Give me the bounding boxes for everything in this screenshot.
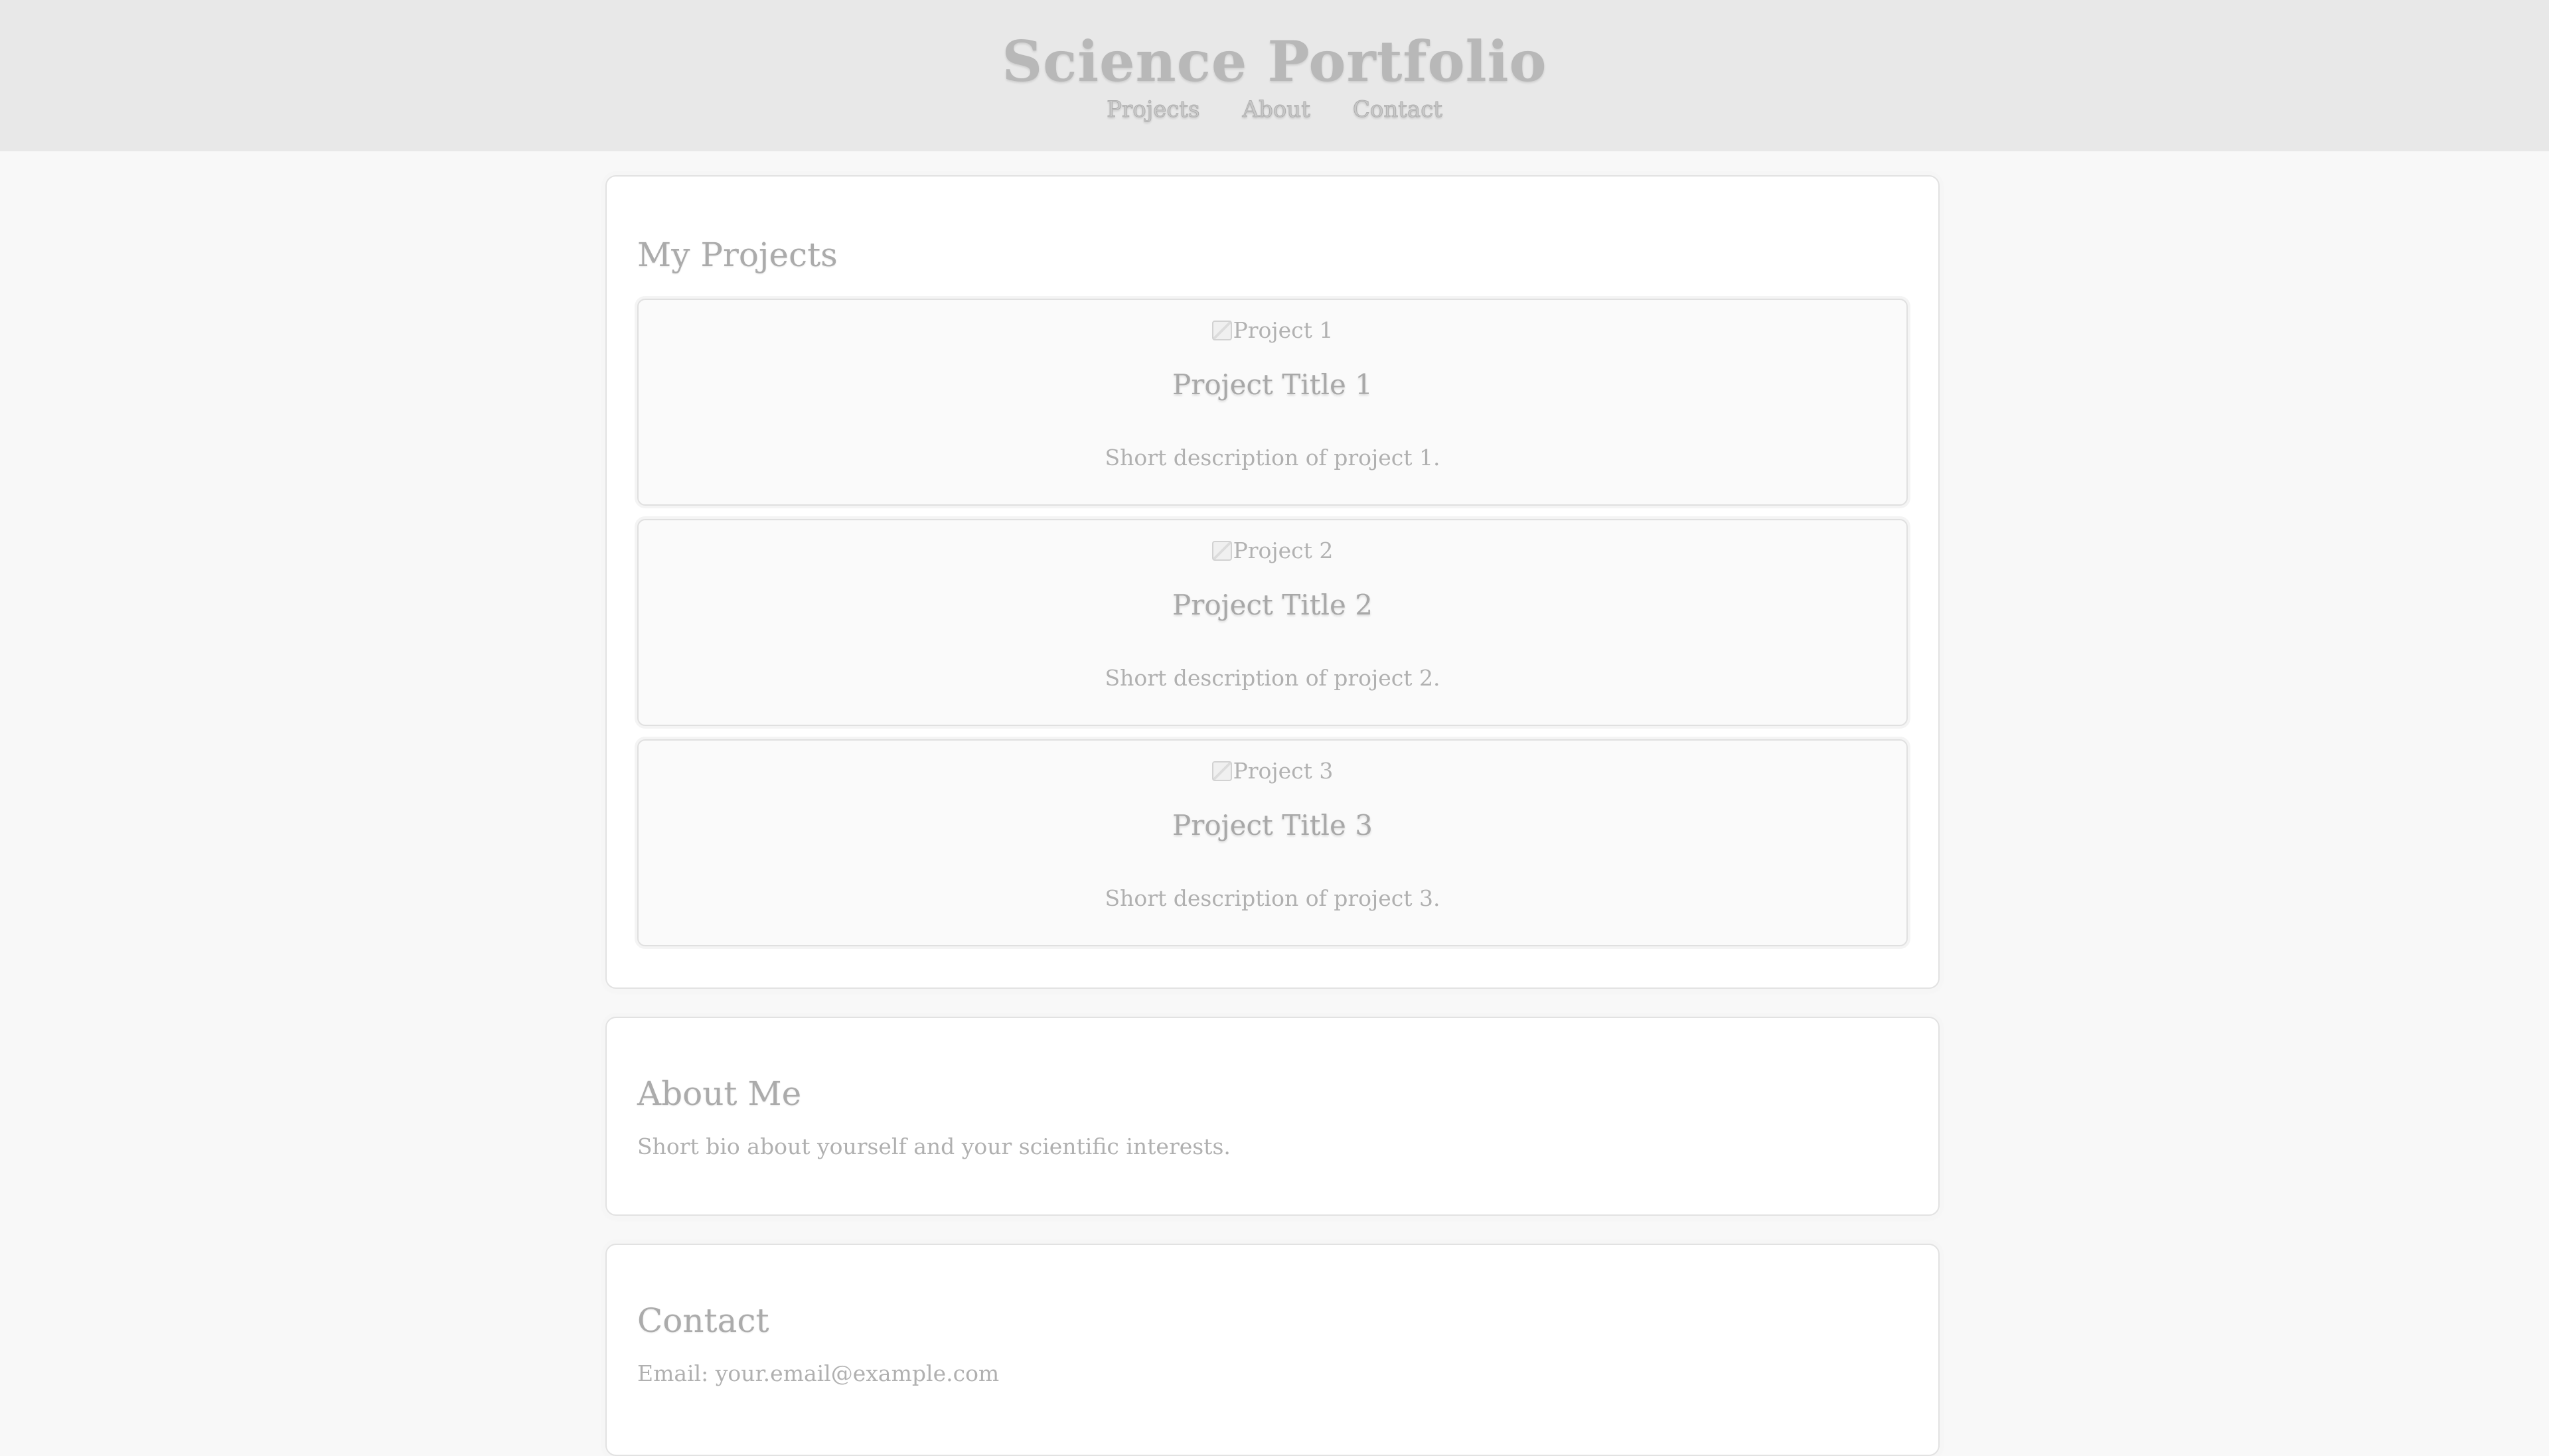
project-title: Project Title 3 [1172, 809, 1373, 841]
site-title: Science Portfolio [1002, 29, 1547, 94]
project-image: Project 2 [639, 536, 1906, 565]
project-card: Project 3 Project Title 3 Short descript… [637, 739, 1908, 946]
project-description: Short description of project 2. [1105, 665, 1440, 691]
project-card: Project 1 Project Title 1 Short descript… [637, 299, 1908, 506]
contact-heading: Contact [637, 1301, 769, 1340]
project-image-alt: Project 2 [1233, 538, 1334, 563]
nav-link-projects[interactable]: Projects [1107, 93, 1200, 126]
contact-section: Contact Email: your.email@example.com [605, 1244, 1940, 1456]
project-image-alt: Project 1 [1233, 317, 1334, 343]
project-image: Project 3 [639, 757, 1906, 786]
project-title: Project Title 1 [1172, 368, 1373, 401]
project-card: Project 2 Project Title 2 Short descript… [637, 519, 1908, 726]
about-section: About Me Short bio about yourself and yo… [605, 1017, 1940, 1216]
project-title: Project Title 2 [1172, 589, 1373, 621]
project-description: Short description of project 1. [1105, 445, 1440, 471]
nav-link-about[interactable]: About [1242, 93, 1310, 126]
broken-image-icon [1211, 321, 1232, 340]
nav-link-contact[interactable]: Contact [1352, 93, 1442, 126]
about-heading: About Me [637, 1074, 802, 1113]
project-description: Short description of project 3. [1105, 885, 1440, 911]
main-nav: Projects About Contact [0, 93, 2549, 126]
broken-image-icon [1211, 761, 1232, 781]
broken-image-icon [1211, 541, 1232, 561]
project-image-alt: Project 3 [1233, 758, 1334, 784]
project-list: Project 1 Project Title 1 Short descript… [637, 299, 1908, 960]
about-text: Short bio about yourself and your scient… [637, 1133, 1231, 1159]
project-image: Project 1 [639, 316, 1906, 345]
projects-section: My Projects Project 1 Project Title 1 Sh… [605, 175, 1940, 989]
site-header: Science Portfolio Projects About Contact [0, 0, 2549, 151]
contact-email: Email: your.email@example.com [637, 1360, 1000, 1386]
projects-heading: My Projects [637, 236, 838, 274]
